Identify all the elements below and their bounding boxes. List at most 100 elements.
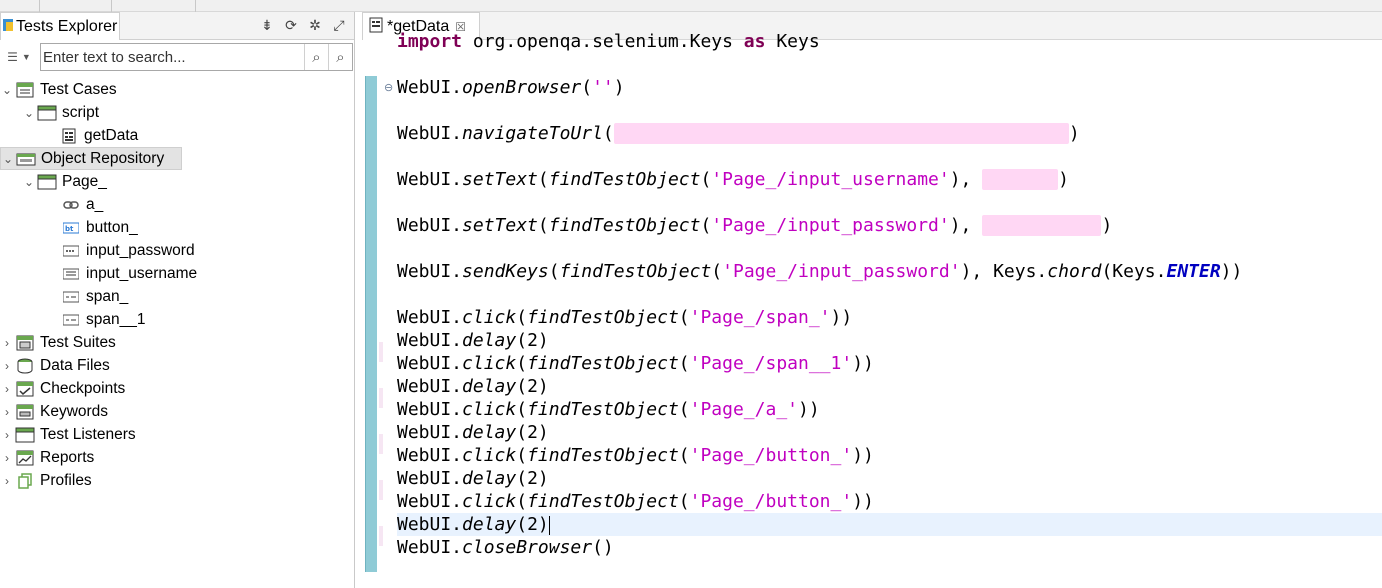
tree-item-test-cases[interactable]: ⌄ Test Cases <box>0 78 117 101</box>
chevron-down-icon[interactable]: ⌄ <box>0 83 14 97</box>
test-case-file-icon <box>58 127 80 145</box>
tree-item-label: span_ <box>86 287 129 305</box>
window-top-strip <box>0 0 1382 12</box>
tree-item-label: Test Cases <box>40 80 117 98</box>
object-path: 'Page_/input_password' <box>722 261 961 282</box>
object-path: 'Page_/input_password' <box>711 215 950 236</box>
chevron-right-icon[interactable]: › <box>0 451 14 465</box>
tree-item-data-files[interactable]: › Data Files <box>0 354 110 377</box>
folder-icon <box>36 173 58 191</box>
object-path: 'Page_/span__1' <box>689 353 853 374</box>
test-case-file-icon <box>369 17 383 37</box>
tests-explorer-panel: Tests Explorer ⇟ ⟳ ✲ ⤢ ☰▼ ⌕ ⌕ ⌄ Test Cas… <box>0 12 355 588</box>
tests-explorer-icon <box>3 16 13 38</box>
delay-arg: 2 <box>527 376 538 397</box>
tree-item-input-username[interactable]: input_username <box>60 262 197 285</box>
delay-arg: 2 <box>527 330 538 351</box>
code-line-navigate: WebUI.navigateToUrl('http://xxxxxxxxxxxx… <box>397 123 1080 144</box>
object-path: 'Page_/button_' <box>689 491 853 512</box>
chevron-down-icon[interactable]: ⌄ <box>22 106 36 120</box>
tree-item-label: getData <box>84 126 139 144</box>
code-line-delay: WebUI.delay(2) <box>397 468 549 489</box>
code-line-delay-current: WebUI.delay(2) <box>397 513 1382 536</box>
reports-icon <box>14 449 36 467</box>
span-object-icon <box>60 311 82 329</box>
object-path: 'Page_/input_username' <box>711 169 950 190</box>
chevron-down-icon[interactable]: ⌄ <box>22 175 36 189</box>
refresh-icon[interactable]: ⟳ <box>282 16 300 34</box>
tab-tests-explorer[interactable]: Tests Explorer <box>0 12 120 40</box>
tree-item-span-1[interactable]: span__1 <box>60 308 145 331</box>
change-marker <box>379 434 383 454</box>
code-line-click: WebUI.click(findTestObject('Page_/span__… <box>397 353 874 374</box>
change-marker <box>379 480 383 500</box>
filter-dropdown-button[interactable]: ☰ ▼ <box>0 42 38 72</box>
tree-item-label: Keywords <box>40 402 109 420</box>
search-row: ☰▼ ⌕ ⌕ <box>0 40 354 74</box>
tree-item-keywords[interactable]: › Keywords <box>0 400 108 423</box>
collapse-all-icon[interactable]: ⇟ <box>258 16 276 34</box>
chevron-right-icon[interactable]: › <box>0 428 14 442</box>
tree-item-label: Test Listeners <box>40 425 136 443</box>
tree-item-label: Data Files <box>40 356 110 374</box>
code-import-text: import org.openqa.selenium.Keys as Keys <box>397 31 820 52</box>
svg-text:bt: bt <box>65 225 74 233</box>
code-line-delay: WebUI.delay(2) <box>397 330 549 351</box>
tree-item-profiles[interactable]: › Profiles <box>0 469 92 492</box>
data-files-icon <box>14 357 36 375</box>
tree-item-label: Reports <box>40 448 95 466</box>
folder-icon <box>36 104 58 122</box>
tree-item-reports[interactable]: › Reports <box>0 446 94 469</box>
explorer-tab-bar: Tests Explorer ⇟ ⟳ ✲ ⤢ <box>0 12 354 40</box>
tree-item-page[interactable]: ⌄ Page_ <box>22 170 107 193</box>
tree-item-label: a_ <box>86 195 104 213</box>
tree-item-button[interactable]: bt button_ <box>60 216 138 239</box>
search-icon[interactable]: ⌕ <box>304 44 328 70</box>
tree-item-label: Object Repository <box>41 149 165 167</box>
code-line-click: WebUI.click(findTestObject('Page_/button… <box>397 491 874 512</box>
chevron-down-icon[interactable]: ⌄ <box>1 152 15 166</box>
tree-item-test-suites[interactable]: › Test Suites <box>0 331 116 354</box>
change-marker <box>379 526 383 546</box>
delay-arg: 2 <box>527 468 538 489</box>
expand-all-icon[interactable]: ✲ <box>306 16 324 34</box>
text-caret <box>548 515 550 535</box>
tree-item-label: Test Suites <box>40 333 116 351</box>
chevron-right-icon[interactable]: › <box>0 382 14 396</box>
tree-item-test-listeners[interactable]: › Test Listeners <box>0 423 136 446</box>
code-line-send-keys: WebUI.sendKeys(findTestObject('Page_/inp… <box>397 261 1243 282</box>
tree-item-object-repository[interactable]: ⌄ Object Repository <box>0 147 182 170</box>
chevron-right-icon[interactable]: › <box>0 359 14 373</box>
chevron-down-icon: ▼ <box>21 52 31 62</box>
tree-item-label: Checkpoints <box>40 379 126 397</box>
explorer-view-actions: ⇟ ⟳ ✲ ⤢ <box>258 16 348 34</box>
script-editor: *getData ☒ ⊖ import org.openqa.selenium.… <box>362 12 1382 588</box>
chevron-right-icon[interactable]: › <box>0 474 14 488</box>
tree-item-label: Profiles <box>40 471 92 489</box>
redacted-url: 'http://xxxxxxxxxxxxxxxxxxxxxxxxxxxxxxxx… <box>613 123 1069 144</box>
chevron-right-icon[interactable]: › <box>0 336 14 350</box>
search-input[interactable] <box>41 45 301 69</box>
chevron-right-icon[interactable]: › <box>0 405 14 419</box>
tree-item-label: script <box>62 103 100 121</box>
tree-item-input-password[interactable]: input_password <box>60 239 195 262</box>
tree-item-a[interactable]: a_ <box>60 193 103 216</box>
maximize-icon[interactable]: ⤢ <box>330 16 348 34</box>
input-object-icon <box>60 242 82 260</box>
code-line-set-username: WebUI.setText(findTestObject('Page_/inpu… <box>397 169 1069 190</box>
tree-item-label: input_password <box>86 241 195 259</box>
delay-arg: 2 <box>527 514 538 535</box>
tree-item-span[interactable]: span_ <box>60 285 128 308</box>
link-object-icon <box>60 196 82 214</box>
fold-collapse-icon[interactable]: ⊖ <box>384 81 393 94</box>
button-object-icon: bt <box>60 219 82 237</box>
span-object-icon <box>60 288 82 306</box>
advanced-search-icon[interactable]: ⌕ <box>328 44 352 70</box>
object-repository-icon <box>15 150 37 168</box>
code-line-delay: WebUI.delay(2) <box>397 376 549 397</box>
tree-item-getdata[interactable]: getData <box>58 124 138 147</box>
tree-item-label: button_ <box>86 218 138 236</box>
tree-item-script[interactable]: ⌄ script <box>22 101 99 124</box>
tree-item-checkpoints[interactable]: › Checkpoints <box>0 377 125 400</box>
change-marker <box>379 342 383 362</box>
